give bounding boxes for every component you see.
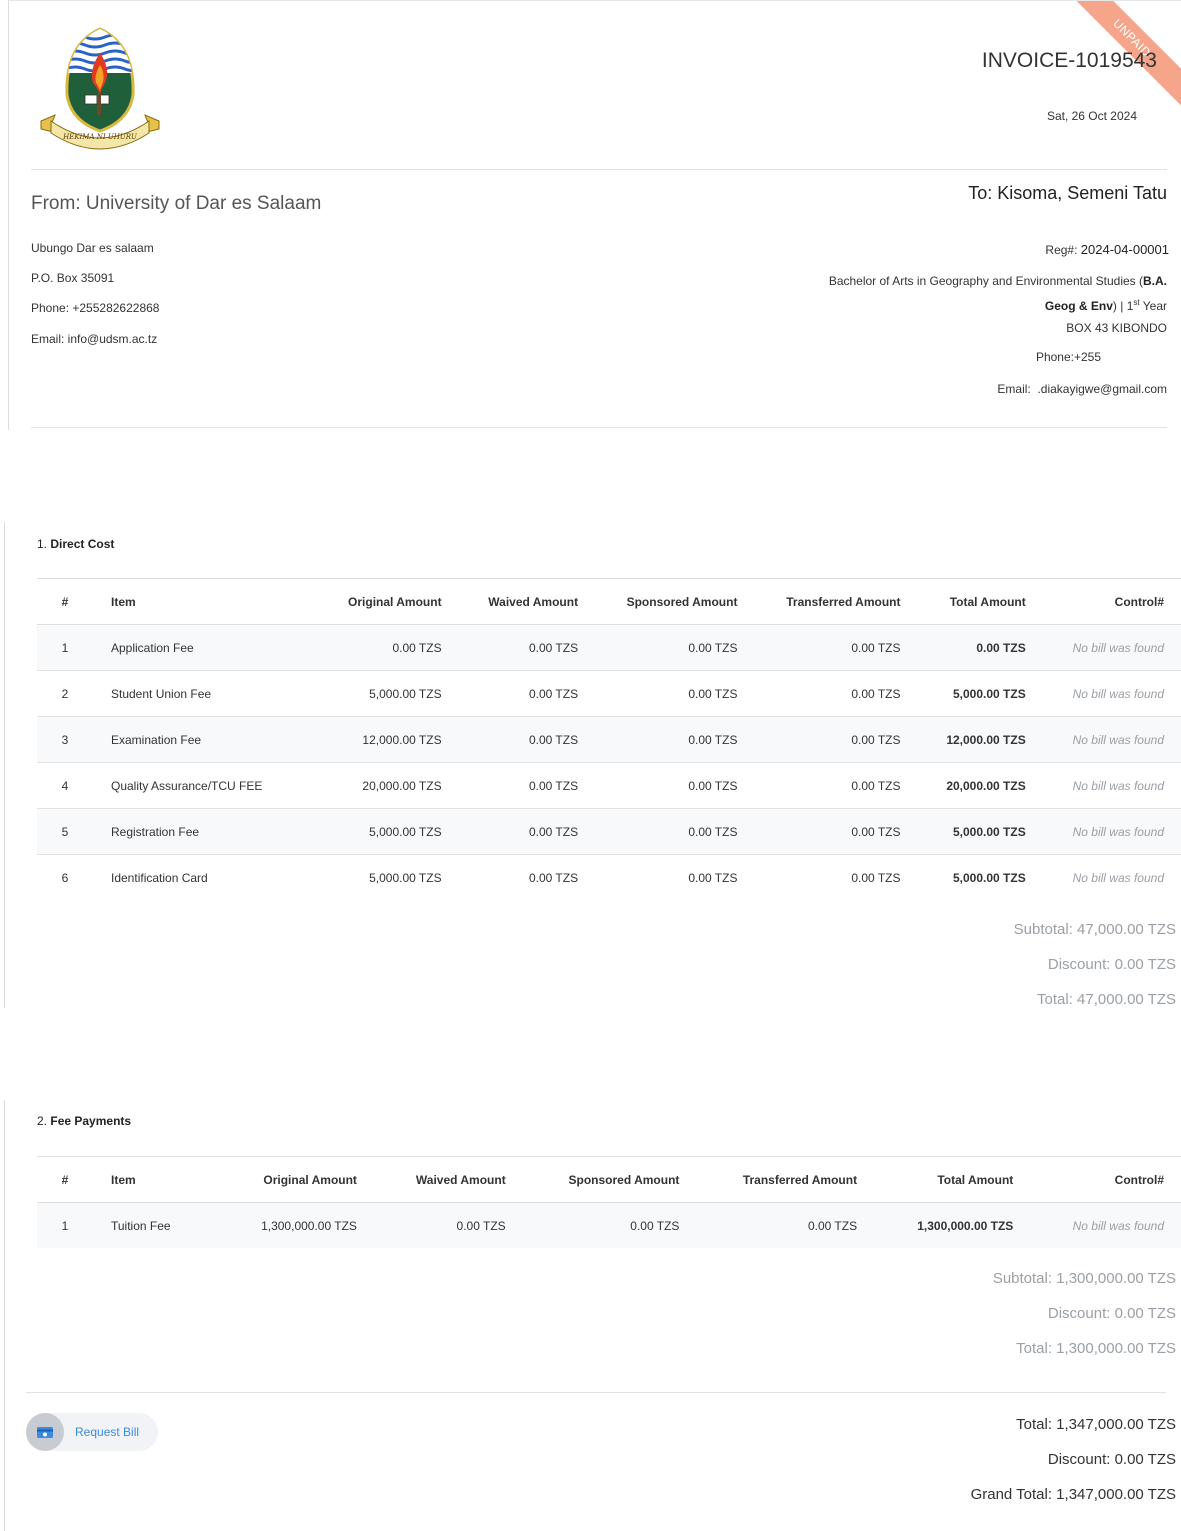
section-title: 1. Direct Cost bbox=[37, 537, 115, 551]
reg-number: Reg#: 2024-04-00001 bbox=[1045, 242, 1169, 257]
col-item: Item bbox=[93, 1156, 219, 1203]
col-transferred: Transferred Amount bbox=[755, 578, 919, 625]
col-original: Original Amount bbox=[319, 578, 460, 625]
from-title: From: University of Dar es Salaam bbox=[31, 193, 322, 214]
svg-text:HEKIMA NI UHURU: HEKIMA NI UHURU bbox=[62, 133, 138, 141]
to-email: Email: .diakayigwe@gmail.com bbox=[997, 382, 1167, 396]
col-waived: Waived Amount bbox=[459, 578, 597, 625]
direct-cost-subtotal: Subtotal: 47,000.00 TZS bbox=[1013, 921, 1176, 938]
table-row: 1 Application Fee 0.00 TZS 0.00 TZS 0.00… bbox=[37, 624, 1181, 671]
col-control: Control# bbox=[1031, 1156, 1181, 1203]
table-row: 2 Student Union Fee 5,000.00 TZS 0.00 TZ… bbox=[37, 670, 1181, 717]
direct-cost-section: 1. Direct Cost # Item Original Amount Wa… bbox=[4, 522, 1181, 1008]
direct-cost-table: # Item Original Amount Waived Amount Spo… bbox=[37, 578, 1181, 900]
from-address: Ubungo Dar es salaam bbox=[31, 241, 154, 255]
invoice-date: Sat, 26 Oct 2024 bbox=[1046, 109, 1137, 123]
table-row: 1 Tuition Fee 1,300,000.00 TZS 0.00 TZS … bbox=[37, 1202, 1181, 1248]
request-bill-label: Request Bill bbox=[75, 1425, 140, 1439]
col-transferred: Transferred Amount bbox=[697, 1156, 876, 1203]
to-phone: Phone:+255 bbox=[1035, 350, 1101, 364]
col-sponsored: Sponsored Amount bbox=[523, 1156, 698, 1203]
to-title: To: Kisoma, Semeni Tatu bbox=[968, 183, 1167, 203]
grand-total-sum: Total: 1,347,000.00 TZS bbox=[1016, 1416, 1176, 1433]
from-email: Email: info@udsm.ac.tz bbox=[31, 332, 158, 346]
fee-payments-discount: Discount: 0.00 TZS bbox=[1047, 1305, 1176, 1322]
table-row: 6 Identification Card 5,000.00 TZS 0.00 … bbox=[61, 870, 1164, 885]
col-total: Total Amount bbox=[918, 578, 1044, 625]
col-total: Total Amount bbox=[875, 1156, 1032, 1203]
col-original: Original Amount bbox=[219, 1156, 375, 1203]
from-pobox: P.O. Box 35091 bbox=[31, 271, 115, 285]
table-header-row: # Item Original Amount Waived Amount Spo… bbox=[37, 578, 1181, 625]
grand-total: Grand Total: 1,347,000.00 TZS bbox=[970, 1486, 1176, 1503]
fee-payments-subtotal: Subtotal: 1,300,000.00 TZS bbox=[992, 1270, 1176, 1287]
direct-cost-discount: Discount: 0.00 TZS bbox=[1047, 956, 1176, 973]
grand-discount: Discount: 0.00 TZS bbox=[1047, 1451, 1176, 1468]
col-num: # bbox=[37, 1156, 93, 1203]
university-logo: HEKIMA NI UHURU bbox=[40, 27, 160, 150]
divider bbox=[31, 427, 1167, 428]
from-phone: Phone: +255282622868 bbox=[31, 301, 160, 315]
col-num: # bbox=[37, 578, 93, 625]
section-title: 2. Fee Payments bbox=[37, 1114, 132, 1128]
col-item: Item bbox=[93, 578, 319, 625]
invoice-header: HEKIMA NI UHURU UNPAID INVOICE-1019543 S… bbox=[8, 0, 1181, 430]
table-header-row: # Item Original Amount Waived Amount Spo… bbox=[37, 1156, 1181, 1203]
programme: Bachelor of Arts in Geography and Enviro… bbox=[828, 274, 1167, 313]
fee-payments-total: Total: 1,300,000.00 TZS bbox=[1016, 1340, 1176, 1357]
request-bill-button[interactable]: Request Bill bbox=[26, 1413, 158, 1451]
divider bbox=[31, 169, 1167, 170]
direct-cost-total: Total: 47,000.00 TZS bbox=[1037, 991, 1176, 1008]
invoice-number: INVOICE-1019543 bbox=[981, 49, 1157, 72]
table-row: 4 Quality Assurance/TCU FEE 20,000.00 TZ… bbox=[37, 762, 1181, 809]
divider bbox=[26, 1392, 1166, 1393]
table-row: 5 Registration Fee 5,000.00 TZS 0.00 TZS… bbox=[37, 808, 1181, 855]
bill-icon bbox=[26, 1413, 64, 1451]
table-row: 3 Examination Fee 12,000.00 TZS 0.00 TZS… bbox=[37, 716, 1181, 763]
fee-payments-section: 2. Fee Payments # Item Original Amount W… bbox=[4, 1100, 1181, 1531]
col-control: Control# bbox=[1043, 578, 1181, 625]
col-sponsored: Sponsored Amount bbox=[596, 578, 756, 625]
col-waived: Waived Amount bbox=[374, 1156, 524, 1203]
to-box: BOX 43 KIBONDO bbox=[1066, 321, 1167, 335]
fee-payments-table: # Item Original Amount Waived Amount Spo… bbox=[37, 1156, 1181, 1248]
